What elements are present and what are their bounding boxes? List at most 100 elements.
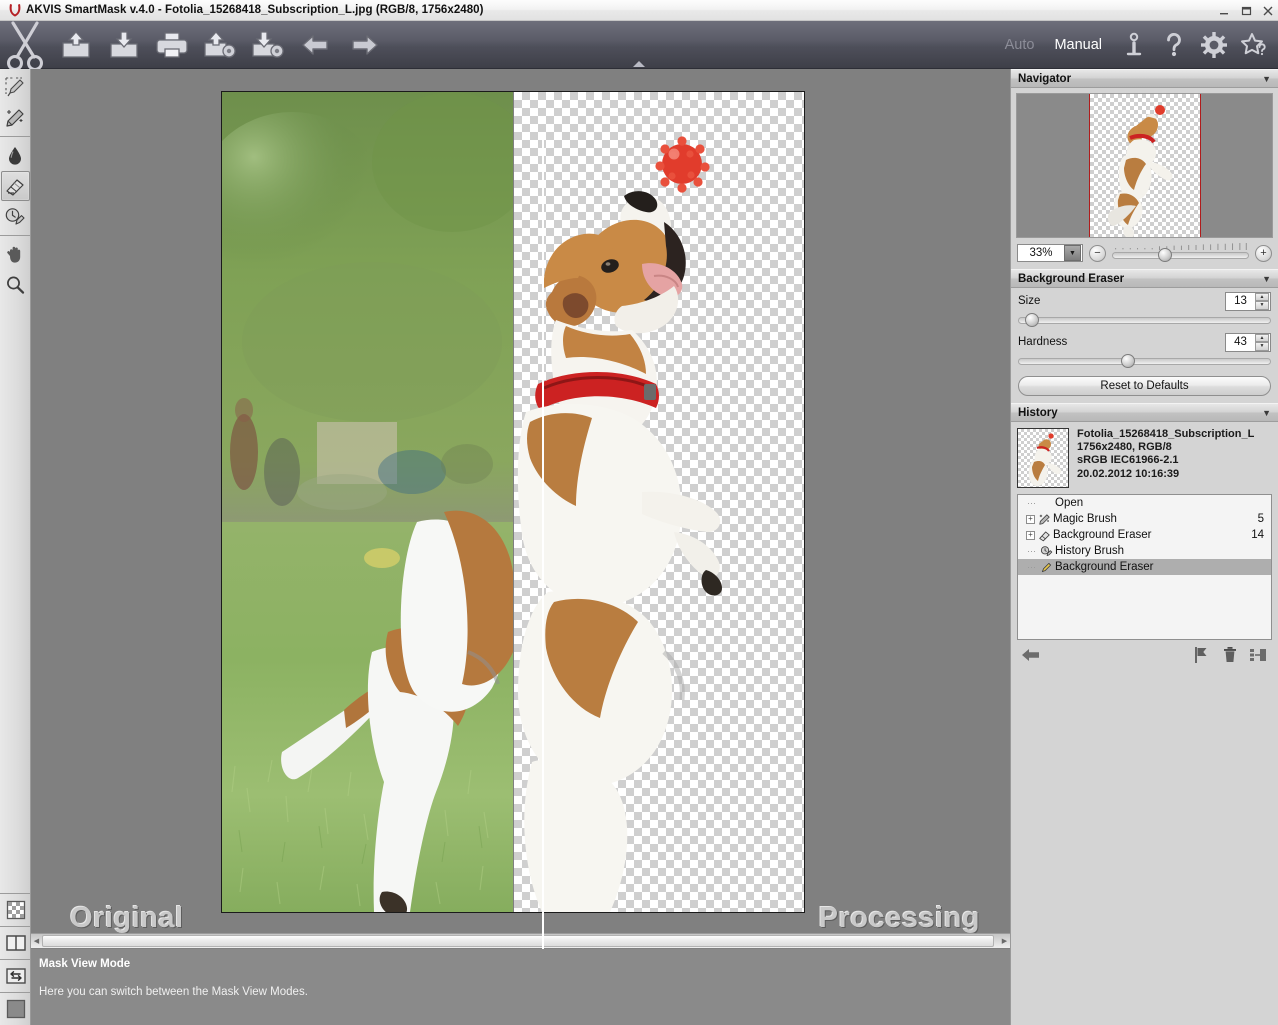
size-spinner[interactable]: 13 ▲ ▼ [1225,292,1271,311]
hardness-slider[interactable] [1018,354,1271,368]
history-delete-button[interactable] [1216,644,1244,666]
eraser-icon [1035,529,1053,542]
zoom-out-button[interactable]: − [1089,245,1106,262]
magic-brush-icon [4,107,26,129]
zoom-tool[interactable] [1,270,30,300]
info-button[interactable] [1114,21,1154,69]
about-button[interactable] [1234,21,1274,69]
background-eraser-panel-title: Background Eraser [1018,273,1124,285]
navigator-panel-title: Navigator [1018,73,1071,85]
image-viewport[interactable] [221,91,805,913]
size-slider-knob[interactable] [1025,313,1039,327]
solid-background-button[interactable] [1,994,30,1024]
status-hint-bar: Mask View Mode Here you can switch betwe… [31,949,1010,1025]
save-image-button[interactable] [100,21,148,69]
minimize-icon[interactable] [1217,4,1231,18]
scroll-right-arrow-icon[interactable]: ▶ [999,935,1010,948]
toolbar-right-group [1114,21,1274,69]
hand-tool[interactable] [1,239,30,269]
expand-toggle-icon[interactable]: + [1026,531,1035,540]
processing-label: Processing [819,902,980,935]
hardness-increment-icon[interactable]: ▲ [1255,334,1269,343]
history-back-button[interactable] [1017,644,1045,666]
magic-brush-tool[interactable] [1,103,30,133]
import-settings-button[interactable] [196,21,244,69]
pencil-eraser-icon [1037,561,1055,574]
history-brush-tool[interactable] [1,202,30,232]
hardness-slider-track[interactable] [1018,358,1271,365]
size-value: 13 [1226,295,1255,307]
history-source-metadata: Fotolia_15268418_Subscription_L 1756x248… [1077,428,1254,488]
drop-tool[interactable] [1,140,30,170]
split-view-divider[interactable] [542,138,544,949]
tree-line-icon: ⋯ [1026,546,1037,557]
chevron-down-icon[interactable]: ▼ [1262,408,1271,418]
history-snapshot-button[interactable] [1188,644,1216,666]
history-list[interactable]: ⋯ Open + Magic Brush 5 + [1017,494,1272,640]
mode-switcher: Auto Manual [1005,21,1102,69]
list-item[interactable]: + Background Eraser 14 [1018,527,1271,543]
zoom-level-value: 33% [1018,247,1064,259]
swap-view-button[interactable] [1,961,30,991]
zoom-level-combobox[interactable]: 33% ▼ [1017,244,1083,262]
redo-button[interactable] [340,21,388,69]
maximize-icon[interactable] [1239,4,1253,18]
navigator-panel-header[interactable]: Navigator ▼ [1011,69,1278,88]
trash-icon [1222,646,1238,664]
navigator-thumbnail[interactable] [1016,93,1273,238]
chevron-down-icon[interactable]: ▼ [1262,274,1271,284]
zoom-slider-track[interactable] [1112,252,1249,259]
tree-line-icon: ⋯ [1026,562,1037,573]
help-button[interactable] [1154,21,1194,69]
chevron-down-icon[interactable]: ▼ [1064,245,1081,261]
history-meta-timestamp: 20.02.2012 10:16:39 [1077,468,1254,481]
hardness-spinner[interactable]: 43 ▲ ▼ [1225,333,1271,352]
zoom-slider-knob[interactable] [1158,248,1172,262]
background-eraser-tool[interactable] [1,171,30,201]
selection-brush-tool[interactable] [1,72,30,102]
history-meta-filename: Fotolia_15268418_Subscription_L [1077,428,1254,441]
canvas-horizontal-scrollbar[interactable]: ◀ ▶ [31,933,1010,948]
list-item[interactable]: ⋯ Open [1018,495,1271,511]
size-decrement-icon[interactable]: ▼ [1255,301,1269,310]
hardness-slider-knob[interactable] [1121,354,1135,368]
list-item[interactable]: + Magic Brush 5 [1018,511,1271,527]
hardness-decrement-icon[interactable]: ▼ [1255,342,1269,351]
history-meta-dimensions: 1756x2480, RGB/8 [1077,441,1254,454]
history-panel-header[interactable]: History ▼ [1011,403,1278,422]
image-canvas[interactable]: Original Processing [31,69,1010,949]
size-slider[interactable] [1018,313,1271,327]
list-item-selected[interactable]: ⋯ Background Eraser [1018,559,1271,575]
list-item[interactable]: ⋯ History Brush [1018,543,1271,559]
hardness-value: 43 [1226,336,1255,348]
zoom-slider[interactable] [1112,243,1249,263]
chevron-down-icon[interactable]: ▼ [1262,74,1271,84]
mode-auto[interactable]: Auto [1005,37,1035,53]
history-item-label: Background Eraser [1055,561,1264,573]
size-slider-track[interactable] [1018,317,1271,324]
print-image-button[interactable] [148,21,196,69]
original-image-pane [222,92,513,912]
mode-manual[interactable]: Manual [1054,37,1102,53]
navigator-zoom-controls: 33% ▼ − + [1011,238,1278,269]
close-icon[interactable] [1261,4,1275,18]
export-settings-button[interactable] [244,21,292,69]
preferences-button[interactable] [1194,21,1234,69]
zoom-slider-ticks [1112,243,1249,250]
size-increment-icon[interactable]: ▲ [1255,293,1269,302]
tool-group-view [0,236,30,303]
scroll-left-arrow-icon[interactable]: ◀ [31,935,42,948]
undo-button[interactable] [292,21,340,69]
history-source-thumbnail[interactable] [1017,428,1069,488]
expand-toggle-icon[interactable]: + [1026,515,1035,524]
split-view-button[interactable] [1,928,30,958]
open-image-button[interactable] [52,21,100,69]
hardness-parameter: Hardness 43 ▲ ▼ [1011,327,1278,368]
background-eraser-panel-header[interactable]: Background Eraser ▼ [1011,269,1278,288]
reset-to-defaults-button[interactable]: Reset to Defaults [1018,376,1271,396]
history-options-button[interactable] [1244,644,1272,666]
canvas-horizontal-scroll-thumb[interactable] [42,935,994,947]
checkerboard-background-button[interactable] [1,895,30,925]
list-options-icon [1249,647,1267,663]
zoom-in-button[interactable]: + [1255,245,1272,262]
